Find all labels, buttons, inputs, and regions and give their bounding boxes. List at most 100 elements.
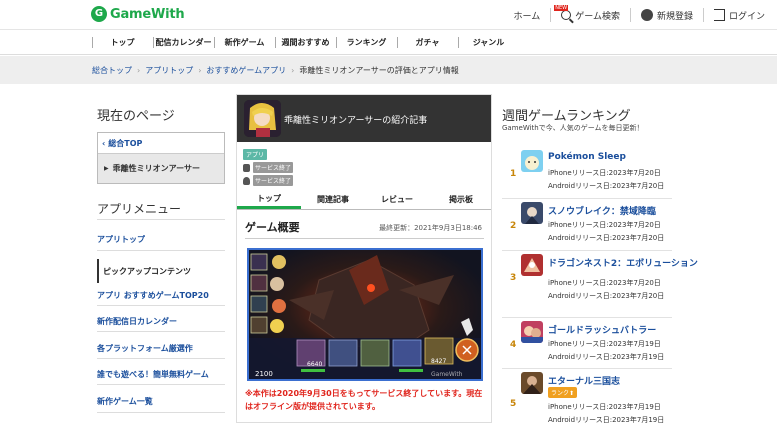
breadcrumb-separator: › (291, 65, 295, 75)
android-release: Androidリリース日:2023年7月19日 (548, 416, 665, 423)
back-to-top-link[interactable]: ‹ 総合TOP (98, 133, 224, 154)
android-icon (243, 176, 250, 185)
signup-link[interactable]: 新規登録 (629, 8, 703, 22)
rank-number: 4 (510, 340, 517, 350)
rank-number: 3 (510, 273, 517, 283)
recommended-top20-link[interactable]: アプリ おすすめゲームTOP20 (97, 290, 209, 301)
game-screenshot[interactable]: 6640 8427 2100 GameWith (247, 248, 483, 381)
header-nav: ホーム NEW ゲーム検索 新規登録 ログイン (504, 0, 777, 30)
ranking-item[interactable]: 2 スノウブレイク：禁域降臨 iPhoneリリース日:2023年7月20日 An… (502, 199, 672, 251)
nav-new-games[interactable]: 新作ゲーム (214, 30, 275, 55)
game-icon (521, 321, 543, 343)
breadcrumb-separator: › (198, 65, 202, 75)
ranking-item[interactable]: 3 ドラゴンネスト2：エボリューション iPhoneリリース日:2023年7月2… (502, 251, 698, 303)
divider (97, 250, 225, 251)
last-updated: 最終更新：2021年9月3日18:46 (379, 224, 482, 232)
nav-genre-label: ジャンル (472, 37, 505, 47)
current-page-box: ‹ 総合TOP ▶ 乖離性ミリオンアーサー (97, 132, 225, 184)
game-icon (521, 150, 543, 172)
tab-related[interactable]: 関連記事 (301, 190, 365, 209)
nav-genre[interactable]: ジャンル (458, 30, 519, 55)
app-article-title: 乖離性ミリオンアーサーの紹介記事 (284, 116, 428, 126)
chevron-left-icon: ‹ (102, 138, 106, 148)
breadcrumb-current: 乖離性ミリオンアーサーの評価とアプリ情報 (299, 65, 459, 75)
game-search-link[interactable]: NEW ゲーム検索 (550, 5, 630, 22)
triangle-right-icon: ▶ (104, 165, 109, 172)
android-status-row: サービス終了 (243, 175, 294, 186)
site-header: G GameWith ホーム NEW ゲーム検索 新規登録 ログイン (0, 0, 777, 30)
nav-weekly[interactable]: 週間おすすめ (275, 30, 336, 55)
rank-number: 1 (510, 169, 517, 179)
login-label: ログイン (728, 11, 765, 22)
game-name: スノウブレイク：禁域降臨 (548, 207, 656, 217)
divider (97, 331, 225, 332)
iphone-release: iPhoneリリース日:2023年7月19日 (548, 403, 661, 411)
breadcrumb-recommended[interactable]: おすすめゲームアプリ (206, 65, 286, 76)
nav-ranking[interactable]: ランキング (336, 30, 397, 55)
divider (97, 412, 225, 413)
platform-picks-link[interactable]: 各プラットフォーム厳選作 (97, 343, 193, 354)
overview-heading: ゲーム概要 (245, 221, 300, 234)
iphone-release: iPhoneリリース日:2023年7月20日 (548, 169, 661, 177)
nav-gacha[interactable]: ガチャ (397, 30, 458, 55)
calendar-link[interactable]: 新作配信日カレンダー (97, 316, 177, 327)
iphone-release: iPhoneリリース日:2023年7月20日 (548, 221, 661, 229)
counter-value: 2100 (255, 370, 273, 378)
eternal-sangokushi-icon (521, 372, 543, 394)
main-nav: トップ 配信カレンダー 新作ゲーム 週間おすすめ ランキング ガチャ ジャンル (0, 30, 777, 55)
game-icon (521, 254, 543, 276)
hp-value-left: 6640 (307, 361, 322, 368)
ranking-title: 週間ゲームランキング (502, 109, 631, 124)
game-name: Pokémon Sleep (548, 152, 626, 162)
nav-calendar-label: 配信カレンダー (155, 37, 212, 47)
snowbreak-icon (521, 202, 543, 224)
home-link[interactable]: ホーム (504, 8, 551, 22)
app-menu-title: アプリメニュー (97, 202, 182, 216)
new-badge: NEW (554, 5, 569, 11)
breadcrumb-app-top[interactable]: アプリトップ (145, 65, 193, 76)
new-games-list-link[interactable]: 新作ゲーム一覧 (97, 396, 153, 407)
iphone-release: iPhoneリリース日:2023年7月20日 (548, 279, 661, 287)
breadcrumb-separator: › (137, 65, 141, 75)
tab-review[interactable]: レビュー (365, 190, 429, 209)
android-release: Androidリリース日:2023年7月20日 (548, 234, 665, 242)
rank-number: 5 (510, 399, 517, 409)
breadcrumb-general-top[interactable]: 総合トップ (92, 65, 132, 76)
app-top-link[interactable]: アプリトップ (97, 234, 145, 245)
home-label: ホーム (513, 11, 541, 22)
current-item: ▶ 乖離性ミリオンアーサー (98, 154, 224, 183)
login-link[interactable]: ログイン (702, 8, 777, 22)
back-to-top-label: 総合TOP (108, 138, 143, 148)
gamewith-logo[interactable]: G GameWith (91, 6, 185, 22)
pickup-heading: ピックアップコンテンツ (97, 259, 225, 283)
iphone-release: iPhoneリリース日:2023年7月19日 (548, 340, 661, 348)
breadcrumb: 総合トップ › アプリトップ › おすすめゲームアプリ › 乖離性ミリオンアーサ… (0, 56, 777, 84)
ranking-subtitle: GameWithで今、人気のゲームを毎日更新！ (502, 124, 644, 132)
hp-value-right: 8427 (431, 358, 446, 365)
signup-label: 新規登録 (656, 11, 693, 22)
divider (97, 219, 225, 220)
game-name: ゴールドラッシュバトラー (548, 326, 657, 336)
pokemon-sleep-icon (521, 150, 543, 172)
nav-top[interactable]: トップ (92, 30, 153, 55)
app-article: 乖離性ミリオンアーサーの紹介記事 アプリ サービス終了 サービス終了 トップ 関… (236, 94, 492, 423)
user-icon (640, 9, 653, 21)
game-name: ドラゴンネスト2：エボリューション (548, 259, 698, 269)
article-tabs: トップ 関連記事 レビュー 掲示板 (237, 190, 491, 210)
nav-new-games-label: 新作ゲーム (224, 37, 265, 47)
nav-calendar[interactable]: 配信カレンダー (153, 30, 214, 55)
divider (97, 358, 225, 359)
app-icon-art (244, 100, 281, 137)
current-item-label: 乖離性ミリオンアーサー (112, 164, 200, 173)
ios-status-row: サービス終了 (243, 162, 294, 173)
game-name: エターナル三国志 (548, 377, 621, 387)
tab-top[interactable]: トップ (237, 190, 301, 209)
android-release: Androidリリース日:2023年7月19日 (548, 353, 665, 361)
ranking-item[interactable]: 5 エターナル三国志 ランク⬆ iPhoneリリース日:2023年7月19日 A… (502, 369, 672, 423)
game-icon (521, 372, 543, 394)
logo-text: GameWith (110, 6, 185, 22)
tab-board[interactable]: 掲示板 (429, 190, 491, 209)
ranking-item[interactable]: 1 Pokémon Sleep iPhoneリリース日:2023年7月20日 A… (502, 147, 672, 199)
ranking-item[interactable]: 4 ゴールドラッシュバトラー iPhoneリリース日:2023年7月19日 An… (502, 317, 672, 369)
easy-free-games-link[interactable]: 誰でも遊べる！簡単無料ゲーム (97, 369, 209, 380)
